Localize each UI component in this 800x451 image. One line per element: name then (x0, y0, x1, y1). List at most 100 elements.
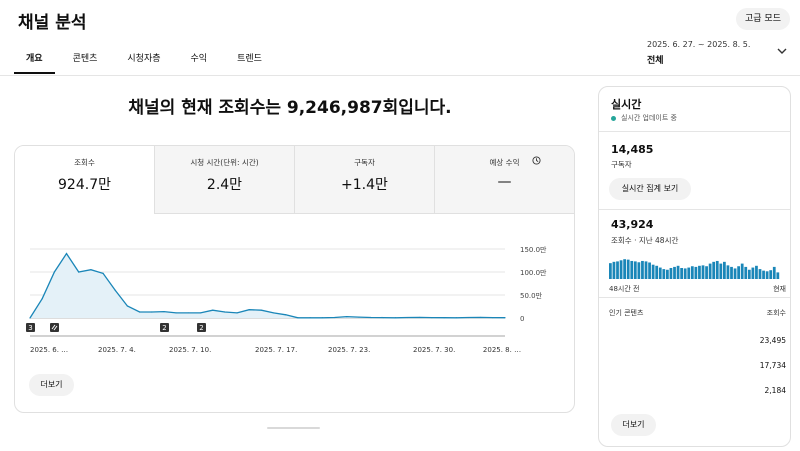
metric-revenue[interactable]: 예상 수익 — (434, 146, 574, 214)
realtime-bar (698, 265, 701, 279)
realtime-views-label: 조회수 · 지난 48시간 (611, 236, 679, 245)
y-tick-label: 150.0만 (520, 245, 547, 254)
clock-icon (532, 156, 541, 165)
data-point (467, 316, 470, 319)
realtime-bar (712, 261, 716, 279)
header-divider (0, 75, 800, 76)
axis-right-label: 현재 (773, 285, 786, 293)
live-dot-icon (611, 115, 616, 121)
metric-value: +1.4만 (341, 177, 388, 193)
axis-left-label: 48시간 전 (609, 285, 640, 293)
realtime-view-button[interactable]: 실시간 집계 보기 (609, 178, 691, 200)
data-point (224, 311, 226, 313)
realtime-panel: 실시간 실시간 업데이트 중 14,485 구독자 실시간 집계 보기 43,9… (598, 86, 791, 447)
realtime-title: 실시간 (611, 98, 642, 111)
realtime-bar (769, 270, 773, 279)
realtime-bar (666, 269, 669, 279)
popular-row-value: 23,495 (759, 336, 786, 345)
date-range-text[interactable]: 2025. 6. 27. ~ 2025. 8. 5. (647, 40, 750, 49)
y-tick-label: 100.0만 (520, 268, 547, 277)
advanced-mode-button[interactable]: 고급 모드 (736, 8, 790, 30)
tab-revenue[interactable]: 수익 (179, 46, 220, 74)
data-point (29, 317, 31, 319)
tab-overview[interactable]: 개요 (14, 46, 55, 74)
realtime-bar (683, 268, 687, 279)
metric-tabs: 조회수 924.7만 시청 시간(단위: 시간) 2.4만 구독자 +1.4만 … (15, 146, 574, 214)
date-preset-label[interactable]: 전체 (647, 53, 664, 66)
x-tick-label: 2025. 7. 4. (98, 346, 136, 354)
realtime-bar (609, 263, 612, 279)
data-point (151, 311, 153, 313)
tab-audience[interactable]: 시청자층 (115, 46, 172, 74)
realtime-bar (623, 259, 627, 279)
data-point (321, 317, 323, 319)
data-point (199, 312, 202, 314)
realtime-bar (626, 259, 630, 279)
data-point (175, 312, 177, 314)
data-point (187, 312, 189, 314)
realtime-status: 실시간 업데이트 중 (611, 113, 677, 123)
realtime-status-text: 실시간 업데이트 중 (621, 114, 677, 122)
realtime-bar (765, 271, 769, 279)
realtime-bar-chart (609, 259, 780, 279)
data-point (260, 309, 263, 311)
divider (599, 209, 790, 210)
realtime-bar (630, 260, 634, 279)
subscriber-label: 구독자 (611, 160, 632, 169)
data-point (65, 253, 68, 255)
realtime-bar (726, 265, 730, 279)
x-tick-label: 2025. 7. 30. (413, 346, 455, 354)
metric-subscribers[interactable]: 구독자 +1.4만 (294, 146, 434, 214)
realtime-bar (723, 261, 726, 279)
realtime-bar (633, 261, 637, 279)
x-tick-label: 2025. 7. 17. (255, 346, 297, 354)
tab-trends[interactable]: 트렌드 (225, 46, 274, 74)
data-point (370, 316, 372, 319)
realtime-bar (733, 268, 737, 279)
realtime-bar (687, 267, 691, 279)
realtime-bar (730, 266, 733, 279)
metric-watch-time[interactable]: 시청 시간(단위: 시간) 2.4만 (154, 146, 294, 214)
data-point (394, 317, 396, 319)
realtime-bar (662, 269, 666, 279)
data-point (346, 316, 348, 318)
y-tick-label: 50.0만 (520, 291, 543, 300)
y-tick-label: 0 (520, 315, 524, 323)
metric-value: — (497, 174, 512, 190)
more-button[interactable]: 더보기 (29, 374, 74, 396)
realtime-bar (747, 269, 751, 279)
data-point (236, 312, 238, 314)
data-point (102, 272, 104, 274)
data-point (248, 309, 250, 311)
clip-marker-icon (50, 323, 59, 332)
data-point (41, 298, 43, 300)
realtime-bar (612, 261, 616, 279)
x-tick-label: 2025. 8. … (483, 346, 521, 354)
realtime-bar (676, 265, 680, 279)
realtime-bar (641, 260, 644, 279)
data-point (382, 317, 384, 319)
metric-views[interactable]: 조회수 924.7만 (15, 146, 154, 214)
realtime-more-button[interactable]: 더보기 (611, 414, 656, 436)
data-point (431, 317, 433, 319)
x-tick-label: 2025. 7. 23. (328, 346, 370, 354)
data-point (114, 289, 116, 291)
chevron-down-icon[interactable] (775, 44, 789, 58)
page-title: 채널 분석 (18, 13, 87, 33)
realtime-bar (637, 262, 641, 279)
tab-content[interactable]: 콘텐츠 (61, 46, 110, 74)
realtime-bar (744, 266, 748, 279)
data-point (443, 317, 445, 319)
realtime-bar (762, 270, 765, 279)
metric-value: 924.7만 (58, 177, 111, 193)
marker-label: 2 (199, 324, 203, 332)
realtime-bar (715, 260, 719, 279)
realtime-bar (673, 266, 676, 279)
realtime-bar (655, 265, 659, 279)
series-area (30, 253, 505, 318)
data-point (139, 311, 141, 313)
data-point (297, 317, 299, 319)
realtime-bar (755, 265, 758, 279)
metric-value: 2.4만 (206, 177, 243, 193)
popular-content-label: 인기 콘텐츠 (609, 309, 644, 317)
